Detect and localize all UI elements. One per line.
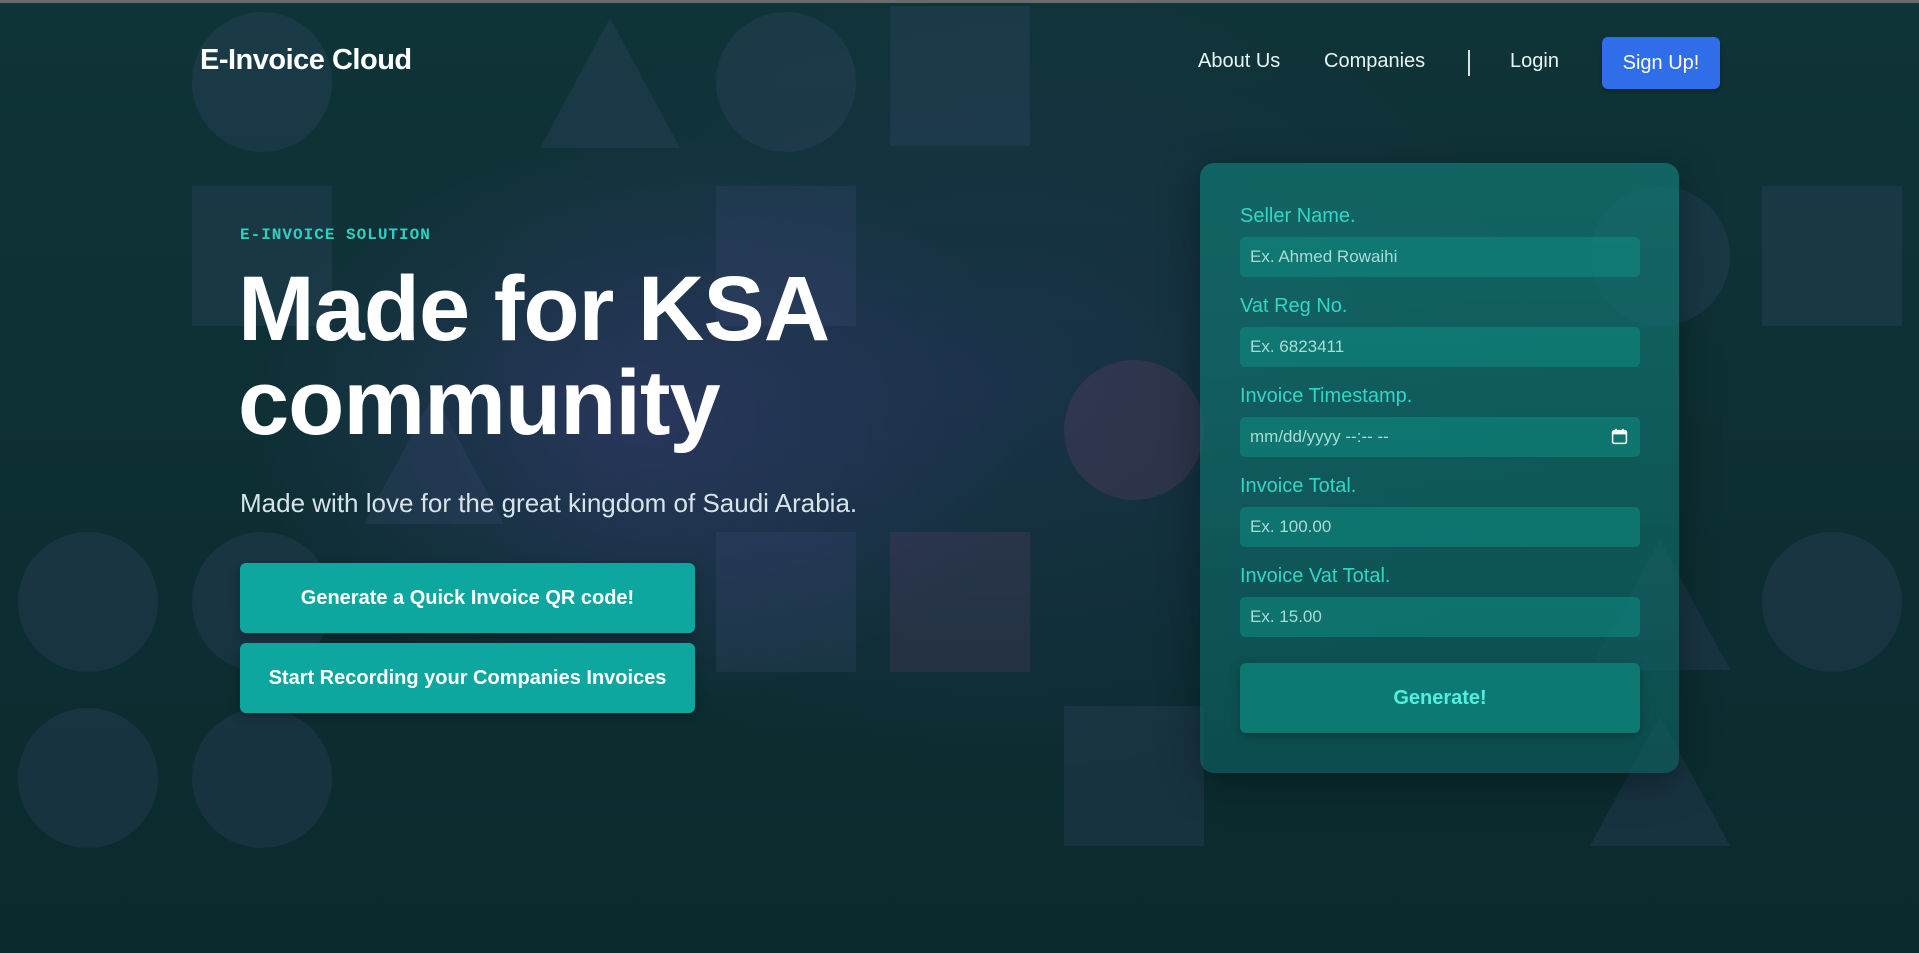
nav-link-about-us[interactable]: About Us: [1198, 50, 1280, 73]
bg-circle: [1064, 360, 1204, 500]
invoice-total-input[interactable]: Ex. 100.00: [1240, 507, 1640, 547]
hero-headline: Made for KSA community: [238, 262, 938, 450]
bg-square: [890, 532, 1030, 672]
bg-circle: [18, 532, 158, 672]
invoice-vat-total-placeholder: Ex. 15.00: [1250, 607, 1322, 626]
navbar: E-Invoice Cloud About Us Companies Login…: [0, 0, 1919, 110]
bg-circle: [192, 708, 332, 848]
bg-square: [716, 532, 856, 672]
bg-circle: [18, 708, 158, 848]
invoice-total-placeholder: Ex. 100.00: [1250, 517, 1332, 536]
nav-divider: [1468, 50, 1470, 76]
bg-circle: [1762, 532, 1902, 672]
hero-subheading: Made with love for the great kingdom of …: [240, 488, 858, 518]
quick-invoice-form: Seller Name. Ex. Ahmed Rowaihi Vat Reg N…: [1200, 163, 1679, 773]
brand-logo[interactable]: E-Invoice Cloud: [200, 44, 412, 77]
seller-name-placeholder: Ex. Ahmed Rowaihi: [1250, 247, 1398, 266]
sign-up-button[interactable]: Sign Up!: [1602, 37, 1720, 89]
headline-line-2: community: [238, 352, 721, 454]
invoice-timestamp-input[interactable]: mm/dd/yyyy --:-- --: [1240, 417, 1640, 457]
nav-link-login[interactable]: Login: [1510, 50, 1559, 73]
bg-square: [1762, 186, 1902, 326]
seller-name-input[interactable]: Ex. Ahmed Rowaihi: [1240, 237, 1640, 277]
calendar-icon[interactable]: [1611, 428, 1628, 445]
invoice-total-label: Invoice Total.: [1240, 475, 1357, 497]
vat-reg-no-placeholder: Ex. 6823411: [1250, 337, 1345, 356]
nav-link-companies[interactable]: Companies: [1324, 50, 1425, 73]
bg-square: [1064, 706, 1204, 846]
seller-name-label: Seller Name.: [1240, 205, 1356, 227]
vat-reg-no-input[interactable]: Ex. 6823411: [1240, 327, 1640, 367]
generate-button[interactable]: Generate!: [1240, 663, 1640, 733]
headline-line-1: Made for KSA: [238, 258, 830, 360]
hero-eyebrow: E-INVOICE SOLUTION: [240, 226, 431, 244]
invoice-vat-total-label: Invoice Vat Total.: [1240, 565, 1391, 587]
invoice-vat-total-input[interactable]: Ex. 15.00: [1240, 597, 1640, 637]
invoice-timestamp-label: Invoice Timestamp.: [1240, 385, 1413, 407]
invoice-timestamp-placeholder: mm/dd/yyyy --:-- --: [1250, 427, 1389, 446]
generate-qr-button[interactable]: Generate a Quick Invoice QR code!: [240, 563, 695, 633]
page: E-Invoice Cloud About Us Companies Login…: [0, 0, 1919, 953]
record-invoices-button[interactable]: Start Recording your Companies Invoices: [240, 643, 695, 713]
vat-reg-no-label: Vat Reg No.: [1240, 295, 1348, 317]
